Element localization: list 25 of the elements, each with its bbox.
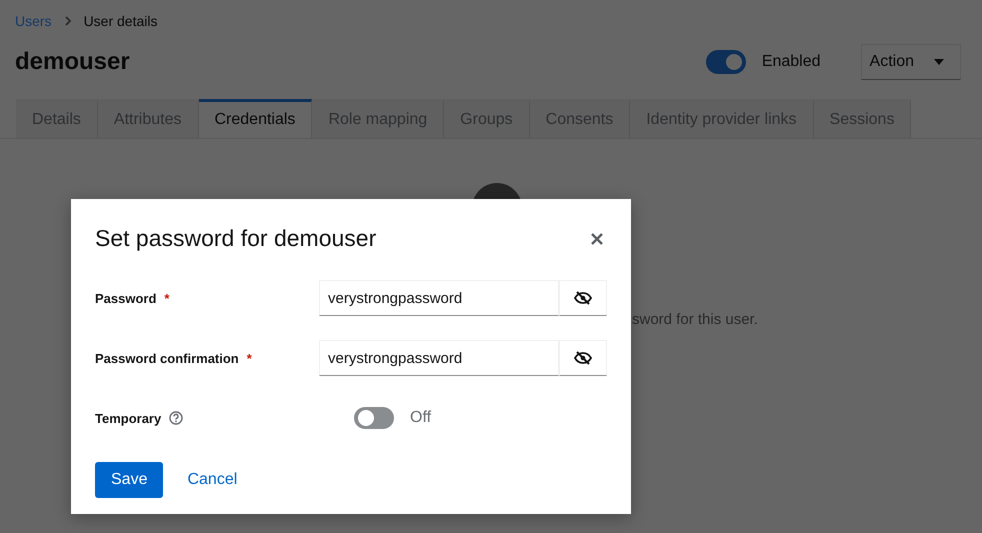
action-dropdown[interactable]: Action [860,44,961,80]
enabled-toggle[interactable] [706,50,746,74]
field-label: Temporary [95,410,162,426]
tab[interactable]: Credentials [198,99,312,138]
temporary-toggle[interactable] [354,407,394,429]
breadcrumb-current-page: User details [84,13,158,29]
field-label: Password confirmation [95,350,239,366]
help-icon[interactable] [169,411,184,425]
toggle-label: Enabled [762,53,821,71]
save-button[interactable]: Save [95,462,164,498]
field-label: Password [95,290,156,306]
required-asterisk: * [246,350,252,366]
toggle-label: Off [410,409,432,427]
hide-password-icon[interactable] [559,280,607,316]
breadcrumb-link[interactable]: Users [15,13,52,29]
modal-title: Set password for demouser [95,225,376,252]
caret-down-icon [934,59,944,65]
chevron-right-icon [64,16,72,26]
cancel-link[interactable]: Cancel [171,462,254,498]
password-input[interactable]: verystrongpassword [319,280,559,316]
password-input[interactable]: verystrongpassword [319,340,559,376]
required-asterisk: * [164,290,170,306]
hide-password-icon[interactable] [559,340,607,376]
empty-state-text: sword for this user. [632,311,758,328]
page-title: demouser [15,48,130,76]
